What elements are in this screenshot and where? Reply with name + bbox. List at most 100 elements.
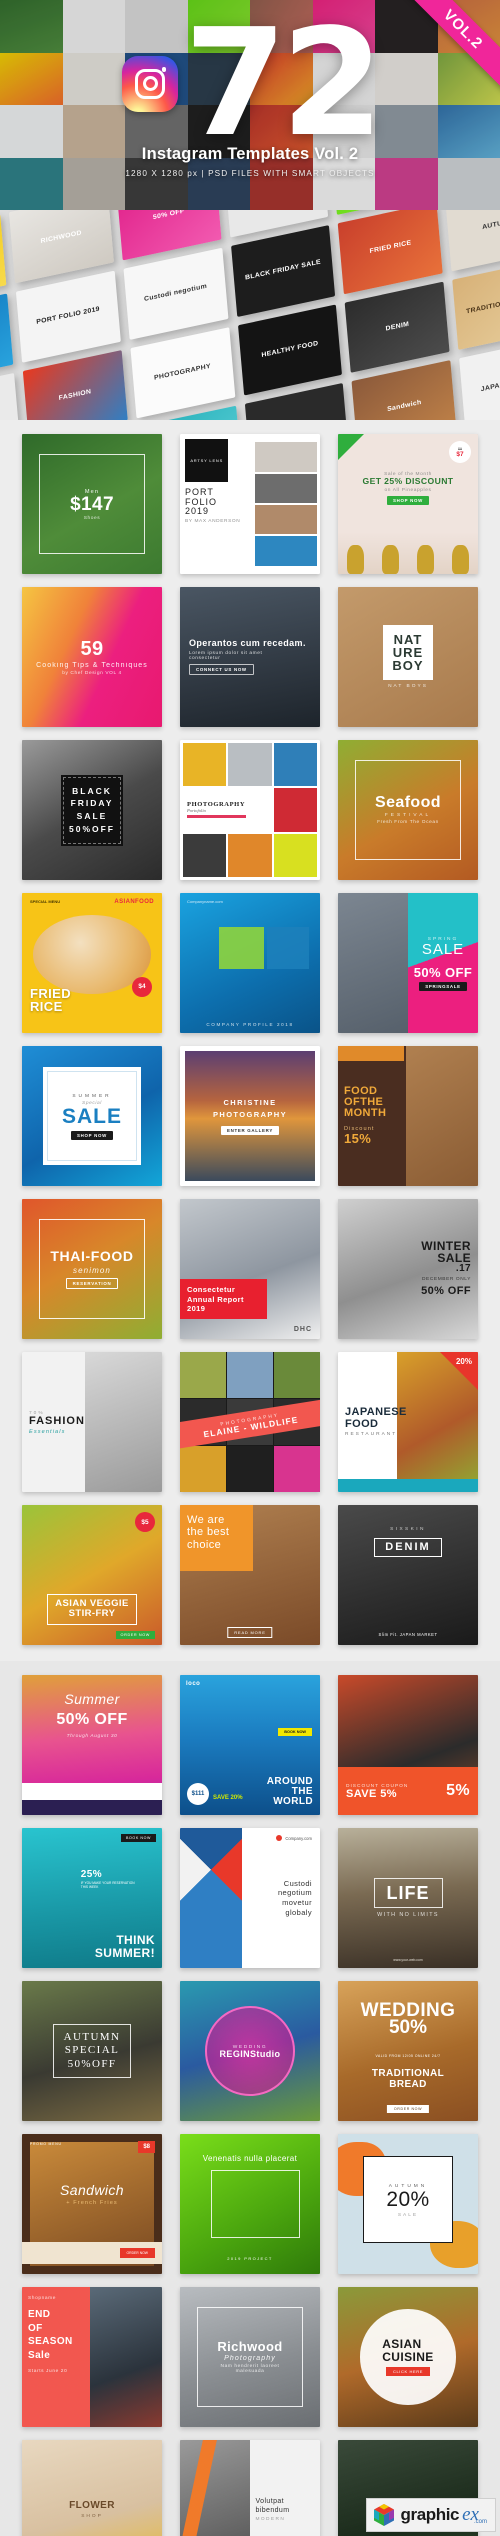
tile-cta[interactable]: BOOK NOW [278,1728,312,1737]
tile-sub: ASIANFOOD [114,899,154,905]
tile-title: NAT URE BOY [392,631,424,674]
tile-note: Companyname.com [187,899,223,904]
tile-title: PHOTOGRAPHY [187,801,246,809]
template-tile[interactable]: Sandwich + French Fries PROMO MENU $8 OR… [22,2134,162,2274]
template-tile[interactable]: COMPANY PROFILE 2018 Companyname.com [180,893,320,1033]
template-tile[interactable]: CHRISTINE PHOTOGRAPHY ENTER GALLERY [180,1046,320,1186]
tile-cta[interactable]: READ MORE [227,1627,273,1638]
template-tile[interactable]: DISCOUNT COUPON SAVE 5% 5% [338,1675,478,1815]
iso-label: Sandwich [386,399,422,413]
tile-cta[interactable]: CONNECT US NOW [189,663,254,675]
template-tile[interactable]: SIXSKIN DENIM Slim Fit. JAPAN MARKET [338,1505,478,1645]
template-tile[interactable]: $9 $7 Sale of the Month GET 25% DISCOUNT… [338,434,478,574]
tile-sub: WEDDING [232,2044,268,2050]
page-root: 72 Instagram Templates Vol. 2 1280 X 128… [0,0,500,2536]
template-tile[interactable]: Volutpat bibendum MODERN [180,2440,320,2536]
watermark-name: graphic [400,2505,460,2524]
tile-title: Volutpat bibendum [255,2497,290,2514]
template-tile[interactable]: SUMMER Special SALE SHOP NOW [22,1046,162,1186]
tile-title: SALE [61,1104,122,1128]
tile-cta[interactable]: SHOP NOW [71,1131,113,1141]
template-tile[interactable]: loco BOOK NOW AROUND THE WORLD $111 SAVE… [180,1675,320,1815]
template-tile[interactable]: Operantos cum recedam. Lorem ipsum dolor… [180,587,320,727]
template-tile[interactable]: FRIED RICE SPECIAL MENU ASIANFOOD $4 [22,893,162,1033]
page-title: Instagram Templates Vol. 2 [141,145,359,164]
tile-cta[interactable]: SPRINGSALE [419,982,467,992]
tile-discount: 50% [388,2017,428,2039]
template-tile[interactable]: SPRING SALE 50% OFF SPRINGSALE [338,893,478,1033]
template-grid-two: Summer 50% OFF Through August 30 loco BO… [22,1675,478,2536]
tile-title: Sandwich [60,2182,124,2199]
iso-label: BLACK FRIDAY SALE [244,259,322,282]
tile-note: Special [82,1100,102,1106]
tile-note: Shoes [83,516,101,522]
template-tile[interactable]: PHOTOGRAPHY Portofolio [180,740,320,880]
template-tile[interactable]: We are the best choice READ MORE [180,1505,320,1645]
template-tile[interactable]: Richwood Photography Nam hendrerit laore… [180,2287,320,2427]
tile-title: Richwood [217,2338,283,2354]
iso-label: JAPANESE FOOD [480,373,500,394]
template-tile[interactable]: ASIAN CUISINE CLICK HERE [338,2287,478,2427]
tile-cta[interactable]: CLICK HERE [385,2366,430,2376]
template-tile[interactable]: Custodi negotium movetur globaly Company… [180,1828,320,1968]
tile-cta[interactable]: ORDER NOW [119,2248,155,2258]
template-tile[interactable]: NAT URE BOY NAT BOYS [338,587,478,727]
template-tile[interactable]: Summer 50% OFF Through August 30 [22,1675,162,1815]
template-tile[interactable]: 59 Cooking Tips & Techniques by Chef Des… [22,587,162,727]
template-tile[interactable]: FLOWER SHOP [22,2440,162,2536]
tile-sub: Discount [344,1126,375,1133]
tile-cta[interactable]: ORDER NOW [115,1631,155,1639]
tile-badge: $4 [132,976,152,997]
template-tile[interactable]: ASIAN VEGGIE STIR-FRY $5 ORDER NOW [22,1505,162,1645]
tile-note: Company.com [285,1835,312,1841]
tile-title: BLACK FRIDAY SALE 50%OFF [68,785,115,834]
tile-cta[interactable]: ENTER GALLERY [220,1125,279,1135]
tile-title: GET 25% DISCOUNT [362,476,454,487]
tile-note: 15% [344,1131,372,1147]
tile-sub: SHOP [81,2513,103,2519]
template-tile[interactable]: Seafood FESTIVAL Fresh From The Ocean [338,740,478,880]
tile-title: THINK SUMMER! [94,1933,155,1961]
template-tile[interactable]: THAI-FOOD senimon RESERVATION [22,1199,162,1339]
iso-label: TRADITIONAL BREAD [465,293,500,316]
tile-cta[interactable]: SHOP NOW [387,496,429,506]
template-tile[interactable]: BLACK FRIDAY SALE 50%OFF [22,740,162,880]
iso-label: FRIED RICE [369,239,412,256]
iso-label: Custodi negotium [143,283,208,304]
tile-title: 59 [80,637,104,660]
template-tile[interactable]: ARTSY LENS PORT FOLIO 2019 BY MAX ANDERS… [180,434,320,574]
tile-title: WINTER SALE [421,1239,471,1266]
template-tile[interactable]: WINTER SALE .17 DECEMBER ONLY 50% OFF [338,1199,478,1339]
template-tile[interactable]: LIFE WITH NO LIMITS www.your-web.com [338,1828,478,1968]
tile-cta[interactable]: RESERVATION [65,1277,119,1289]
tile-note: SALE [397,2212,419,2218]
template-tile[interactable]: BOOK NOW 25% IF YOU MAKE YOUR RESERVATIO… [22,1828,162,1968]
template-tile[interactable]: PHOTOGRAPHY ELAINE - WILDLIFE [180,1352,320,1492]
tile-sub: SUMMER [72,1093,112,1099]
tile-title: $147 [70,493,114,515]
template-tile[interactable]: Venenatis nulla placerat 2019 PROJECT [180,2134,320,2274]
tile-title: 50% OFF [56,1711,128,1729]
tile-note: 70% [29,1410,45,1416]
tile-cta[interactable]: ORDER NOW [386,2105,430,2113]
template-tile[interactable]: Shopname END OF SEASON Sale Starts June … [22,2287,162,2427]
tile-badge: $5 [135,1512,155,1532]
tile-sub: Photography [224,2355,276,2363]
tile-sub: + French Fries [66,2199,118,2206]
template-tile[interactable]: FOOD OFTHE MONTH Discount 15% [338,1046,478,1186]
tile-sub: SIXSKIN [390,1526,426,1532]
iso-label: RICHWOOD [40,229,83,245]
template-tile[interactable]: WEDDING REGINStudio [180,1981,320,2121]
template-tile[interactable]: 20% JAPANESE FOOD RESTAURANT [338,1352,478,1492]
template-tile[interactable]: Men $147 Shoes [22,434,162,574]
company-logo-icon [276,1835,283,1841]
tile-title: FRIED RICE [30,985,71,1015]
template-tile[interactable]: Consectetur Annual Report 2019 DHC [180,1199,320,1339]
template-tile[interactable]: AUTUMN 20% SALE [338,2134,478,2274]
tile-note: Fresh From The Ocean [377,820,439,826]
template-tile[interactable]: AUTUMN SPECIAL 50%OFF [22,1981,162,2121]
template-tile[interactable]: 70% FASHION Essentials [22,1352,162,1492]
tile-title: DENIM [385,1540,431,1553]
template-tile[interactable]: WEDDING 50% VALID FROM 12/05 ONLINE 24/7… [338,1981,478,2121]
watermark-domain: .com [473,2519,487,2525]
